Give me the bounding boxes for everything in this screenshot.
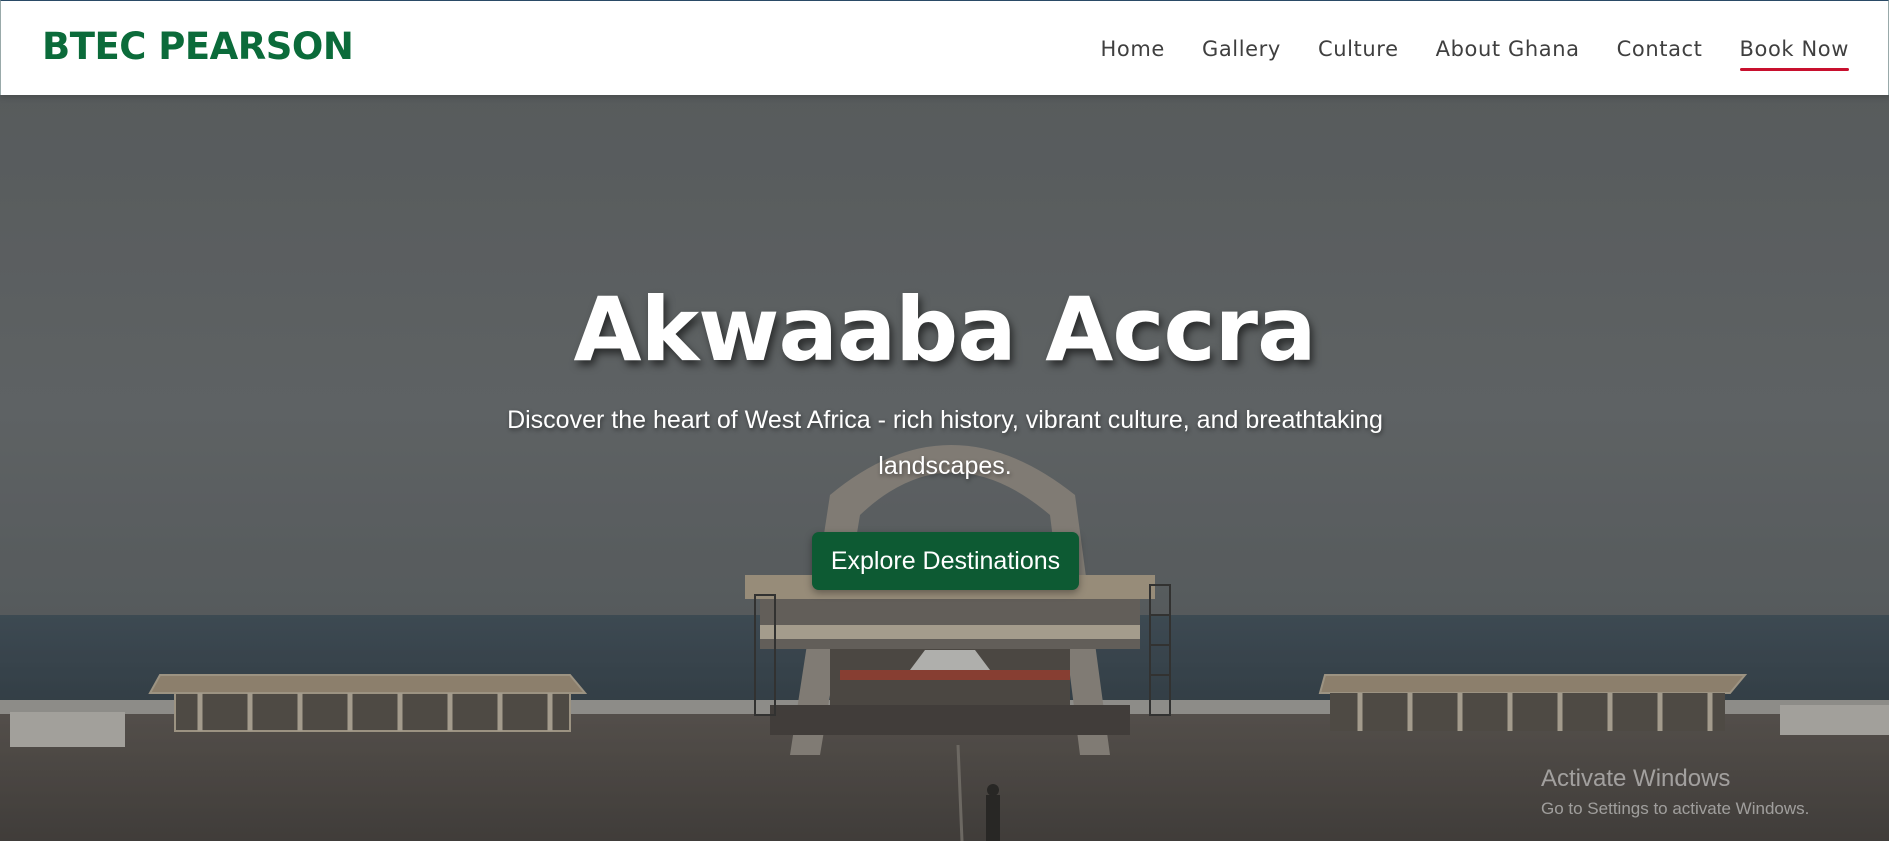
activate-windows-watermark: Activate Windows Go to Settings to activ… xyxy=(1541,765,1809,819)
nav-link-gallery[interactable]: Gallery xyxy=(1202,29,1281,69)
hero-subtitle: Discover the heart of West Africa - rich… xyxy=(507,406,1383,480)
watermark-title: Activate Windows xyxy=(1541,765,1731,792)
watermark-subtitle: Go to Settings to activate Windows. xyxy=(1541,799,1810,818)
hero-section: Akwaaba Accra Discover the heart of West… xyxy=(0,95,1889,841)
hero-title: Akwaaba Accra xyxy=(573,278,1317,381)
nav-link-about-ghana[interactable]: About Ghana xyxy=(1436,29,1580,69)
nav-link-culture[interactable]: Culture xyxy=(1318,29,1399,69)
nav-links: Home Gallery Culture About Ghana Contact… xyxy=(1101,1,1850,96)
nav-link-book-now[interactable]: Book Now xyxy=(1739,29,1850,71)
brand-logo[interactable]: BTEC PEARSON xyxy=(42,25,354,68)
top-navbar: BTEC PEARSON Home Gallery Culture About … xyxy=(0,0,1889,95)
explore-destinations-button[interactable]: Explore Destinations xyxy=(812,532,1079,590)
nav-link-home[interactable]: Home xyxy=(1101,29,1165,69)
nav-link-contact[interactable]: Contact xyxy=(1617,29,1703,69)
